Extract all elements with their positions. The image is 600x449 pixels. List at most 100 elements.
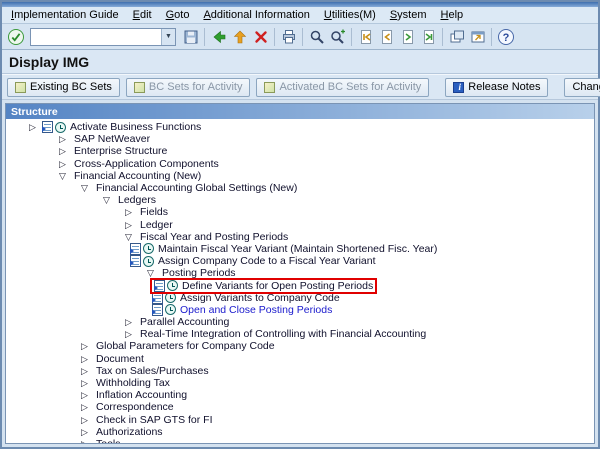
- next-page-icon[interactable]: [397, 27, 418, 47]
- tree-row-body: Inflation Accounting: [92, 389, 189, 401]
- command-field[interactable]: [31, 29, 161, 45]
- tree-item-authorizations[interactable]: ▷Authorizations: [6, 426, 594, 438]
- expand-icon[interactable]: ▷: [77, 340, 92, 352]
- expand-icon[interactable]: ▷: [77, 414, 92, 426]
- expand-icon[interactable]: ▷: [77, 377, 92, 389]
- save-icon[interactable]: [180, 27, 201, 47]
- menu-additional-information[interactable]: Additional Information: [196, 8, 316, 22]
- previous-page-icon[interactable]: [376, 27, 397, 47]
- expand-icon[interactable]: ▷: [121, 316, 136, 328]
- button-label: BC Sets for Activity: [149, 81, 243, 93]
- create-shortcut-icon[interactable]: [467, 27, 488, 47]
- expand-icon[interactable]: ▷: [121, 328, 136, 340]
- first-page-icon[interactable]: [355, 27, 376, 47]
- img-activity-icon[interactable]: [167, 280, 178, 291]
- img-activity-icon[interactable]: [143, 243, 154, 254]
- tree-item-label: Fiscal Year and Posting Periods: [138, 231, 288, 243]
- menu-goto[interactable]: Goto: [159, 8, 197, 22]
- menu-help[interactable]: Help: [434, 8, 471, 22]
- tree-item-ledgers[interactable]: ▽Ledgers: [6, 194, 594, 206]
- tree-item-activate-business-functions[interactable]: ▷Activate Business Functions: [6, 121, 594, 133]
- tree-item-global-parameters-for-company-code[interactable]: ▷Global Parameters for Company Code: [6, 340, 594, 352]
- expand-icon[interactable]: ▷: [55, 145, 70, 157]
- expand-icon[interactable]: ▷: [77, 353, 92, 365]
- menu-system[interactable]: System: [383, 8, 434, 22]
- collapse-icon[interactable]: ▽: [99, 194, 114, 206]
- tree-item-tax-on-sales-purchases[interactable]: ▷Tax on Sales/Purchases: [6, 365, 594, 377]
- tree-item-parallel-accounting[interactable]: ▷Parallel Accounting: [6, 316, 594, 328]
- tree-item-maintain-fiscal-year-variant-maintain-shortened-fisc-year[interactable]: Maintain Fiscal Year Variant (Maintain S…: [6, 243, 594, 255]
- tree-item-financial-accounting-new[interactable]: ▽Financial Accounting (New): [6, 170, 594, 182]
- tree-item-define-variants-for-open-posting-periods[interactable]: Define Variants for Open Posting Periods: [6, 279, 594, 291]
- tree-row-body: Check in SAP GTS for FI: [92, 414, 215, 426]
- img-activity-icon[interactable]: [165, 292, 176, 303]
- tree-item-real-time-integration-of-controlling-with-financial-accounting[interactable]: ▷Real-Time Integration of Controlling wi…: [6, 328, 594, 340]
- print-icon[interactable]: [278, 27, 299, 47]
- img-activity-icon[interactable]: [143, 256, 154, 267]
- expand-icon[interactable]: ▷: [121, 206, 136, 218]
- tree-item-label: Parallel Accounting: [138, 316, 229, 328]
- tree-item-label: Real-Time Integration of Controlling wit…: [138, 328, 426, 340]
- img-documentation-icon[interactable]: [130, 243, 141, 255]
- find-icon[interactable]: [306, 27, 327, 47]
- exit-icon[interactable]: [229, 27, 250, 47]
- command-dropdown-icon[interactable]: ▼: [161, 29, 175, 45]
- tree-item-fields[interactable]: ▷Fields: [6, 206, 594, 218]
- tree-item-enterprise-structure[interactable]: ▷Enterprise Structure: [6, 145, 594, 157]
- img-documentation-icon[interactable]: [152, 304, 163, 316]
- img-activity-icon[interactable]: [165, 304, 176, 315]
- enter-icon[interactable]: [5, 27, 26, 47]
- menu-implementation-guide[interactable]: Implementation Guide: [4, 8, 126, 22]
- tree-item-correspondence[interactable]: ▷Correspondence: [6, 401, 594, 413]
- expand-icon[interactable]: ▷: [77, 401, 92, 413]
- back-icon[interactable]: [208, 27, 229, 47]
- tree-item-inflation-accounting[interactable]: ▷Inflation Accounting: [6, 389, 594, 401]
- find-next-icon[interactable]: [327, 27, 348, 47]
- page-title: Display IMG: [9, 54, 89, 70]
- img-documentation-icon[interactable]: [42, 121, 53, 133]
- tree-item-withholding-tax[interactable]: ▷Withholding Tax: [6, 377, 594, 389]
- expand-icon[interactable]: ▷: [121, 219, 136, 231]
- img-documentation-icon[interactable]: [130, 255, 141, 267]
- tree-row-body: Correspondence: [92, 401, 176, 413]
- last-page-icon[interactable]: [418, 27, 439, 47]
- tree-item-financial-accounting-global-settings-new[interactable]: ▽Financial Accounting Global Settings (N…: [6, 182, 594, 194]
- button-activated-bc-sets-for-activity[interactable]: Activated BC Sets for Activity: [256, 78, 429, 97]
- expand-icon[interactable]: ▷: [77, 365, 92, 377]
- cancel-icon[interactable]: [250, 27, 271, 47]
- tree-item-assign-company-code-to-a-fiscal-year-variant[interactable]: Assign Company Code to a Fiscal Year Var…: [6, 255, 594, 267]
- menu-utilities-m[interactable]: Utilities(M): [317, 8, 383, 22]
- button-change-log[interactable]: Change Log: [564, 78, 600, 97]
- expand-icon[interactable]: ▷: [77, 438, 92, 443]
- tree-item-fiscal-year-and-posting-periods[interactable]: ▽Fiscal Year and Posting Periods: [6, 231, 594, 243]
- tree-item-cross-application-components[interactable]: ▷Cross-Application Components: [6, 158, 594, 170]
- tree-item-document[interactable]: ▷Document: [6, 353, 594, 365]
- tree-item-ledger[interactable]: ▷Ledger: [6, 219, 594, 231]
- collapse-icon[interactable]: ▽: [121, 231, 136, 243]
- bcsets-icon: [15, 82, 26, 93]
- help-icon[interactable]: ?: [495, 27, 516, 47]
- expand-icon[interactable]: ▷: [77, 389, 92, 401]
- tree-item-label: Withholding Tax: [94, 377, 170, 389]
- tree-item-tools[interactable]: ▷Tools: [6, 438, 594, 443]
- tree-row-body: SAP NetWeaver: [70, 133, 152, 145]
- tree-header: Structure: [6, 104, 594, 119]
- menu-edit[interactable]: Edit: [126, 8, 159, 22]
- button-release-notes[interactable]: Release Notes: [445, 78, 548, 97]
- tree-item-check-in-sap-gts-for-fi[interactable]: ▷Check in SAP GTS for FI: [6, 414, 594, 426]
- collapse-icon[interactable]: ▽: [55, 170, 70, 182]
- collapse-icon[interactable]: ▽: [77, 182, 92, 194]
- tree-item-sap-netweaver[interactable]: ▷SAP NetWeaver: [6, 133, 594, 145]
- expand-icon[interactable]: ▷: [55, 158, 70, 170]
- button-existing-bc-sets[interactable]: Existing BC Sets: [7, 78, 120, 97]
- expand-icon[interactable]: ▷: [77, 426, 92, 438]
- expand-icon[interactable]: ▷: [55, 133, 70, 145]
- img-structure-panel: Structure ▷Activate Business Functions▷S…: [5, 103, 595, 444]
- img-activity-icon[interactable]: [55, 122, 66, 133]
- tree-item-label: Inflation Accounting: [94, 389, 187, 401]
- img-documentation-icon[interactable]: [154, 280, 165, 292]
- tree-item-open-and-close-posting-periods[interactable]: Open and Close Posting Periods: [6, 304, 594, 316]
- expand-icon[interactable]: ▷: [25, 121, 40, 133]
- button-bc-sets-for-activity[interactable]: BC Sets for Activity: [126, 78, 251, 97]
- new-session-icon[interactable]: [446, 27, 467, 47]
